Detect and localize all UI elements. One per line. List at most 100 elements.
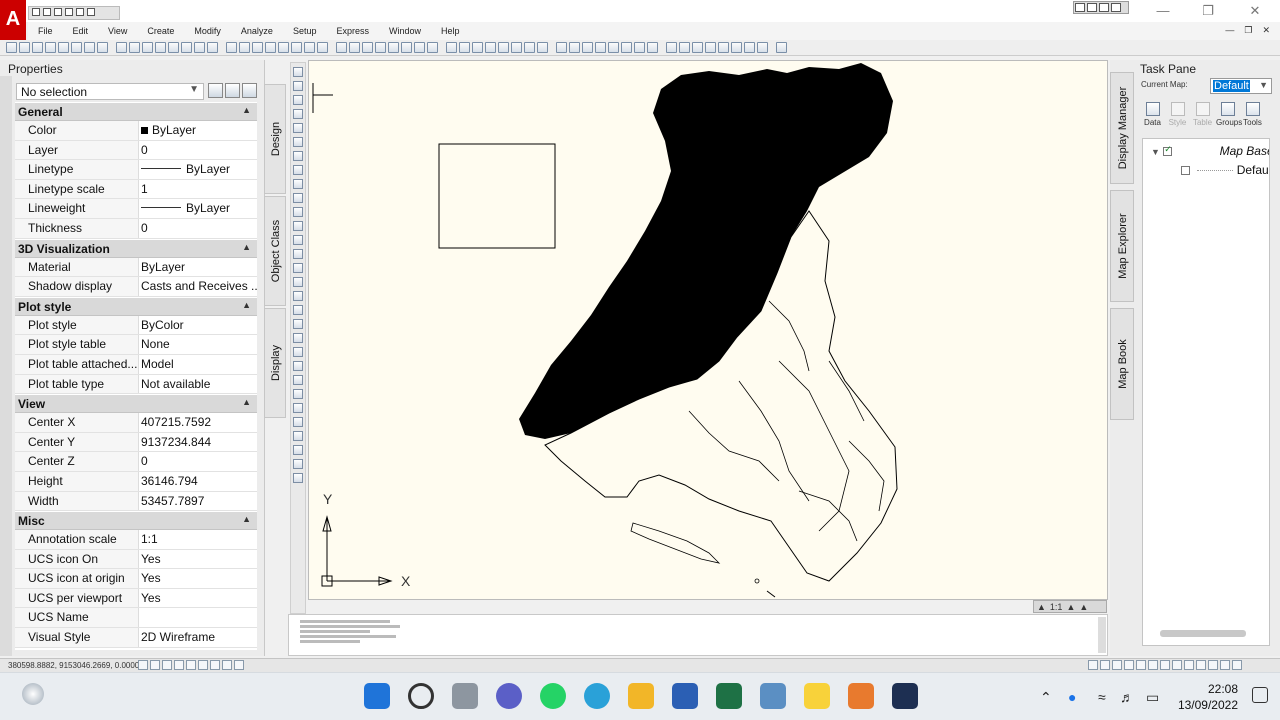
- property-row[interactable]: Annotation scale 1:1: [15, 530, 257, 550]
- draw-tool-icon[interactable]: [293, 333, 303, 343]
- select-objects-icon[interactable]: [225, 83, 240, 98]
- child-visibility-checkbox[interactable]: [1181, 166, 1190, 176]
- property-row[interactable]: Material ByLayer: [15, 257, 257, 278]
- drawing-area[interactable]: Y X: [308, 60, 1108, 600]
- property-row[interactable]: Plot table attached... Model: [15, 354, 257, 375]
- tab-design[interactable]: Design: [264, 84, 286, 194]
- notification-icon[interactable]: [1252, 687, 1268, 703]
- edge-icon[interactable]: [584, 683, 610, 709]
- menu-setup[interactable]: Setup: [283, 26, 327, 36]
- task-view-icon[interactable]: [452, 683, 478, 709]
- model-icon[interactable]: [234, 660, 244, 670]
- root-visibility-checkbox[interactable]: [1163, 144, 1173, 157]
- toolbar-button-icon[interactable]: [97, 42, 108, 53]
- tree-root[interactable]: ▼ Map Base: [1151, 144, 1269, 158]
- search-icon[interactable]: [1075, 3, 1085, 12]
- toolbar-button-icon[interactable]: [634, 42, 645, 53]
- minimize-icon[interactable]: —: [1155, 3, 1171, 19]
- property-value[interactable]: Yes: [139, 569, 257, 588]
- annotation-autoscale-icon[interactable]: ▲: [1079, 602, 1088, 612]
- command-scrollbar[interactable]: [1098, 617, 1106, 653]
- property-row[interactable]: UCS per viewport Yes: [15, 588, 257, 609]
- property-value[interactable]: [139, 608, 257, 627]
- draw-tool-icon[interactable]: [293, 165, 303, 175]
- toolbar-button-icon[interactable]: [362, 42, 373, 53]
- selection-dropdown[interactable]: No selection ▼: [16, 83, 204, 100]
- communication-icon[interactable]: [1099, 3, 1109, 12]
- draw-tool-icon[interactable]: [293, 291, 303, 301]
- toolbar-button-icon[interactable]: [226, 42, 237, 53]
- collapse-icon[interactable]: ▲: [242, 514, 251, 524]
- close-icon[interactable]: ✕: [1247, 3, 1263, 19]
- sticky-notes-icon[interactable]: [804, 683, 830, 709]
- toolbar-button-icon[interactable]: [349, 42, 360, 53]
- toolbar-button-icon[interactable]: [181, 42, 192, 53]
- menu-create[interactable]: Create: [137, 26, 184, 36]
- grid-icon[interactable]: [150, 660, 160, 670]
- toolbar-button-icon[interactable]: [459, 42, 470, 53]
- undo-icon[interactable]: [76, 8, 84, 16]
- toolbar-button-icon[interactable]: [375, 42, 386, 53]
- toolbar-button-icon[interactable]: [498, 42, 509, 53]
- property-row[interactable]: Shadow display Casts and Receives ...: [15, 277, 257, 297]
- toolbar-button-icon[interactable]: [608, 42, 619, 53]
- dyn-icon[interactable]: [210, 660, 220, 670]
- workspace-icon[interactable]: [1172, 660, 1182, 670]
- section-header[interactable]: General ▲: [15, 103, 257, 121]
- draw-tool-icon[interactable]: [293, 389, 303, 399]
- favorites-icon[interactable]: [1111, 3, 1121, 12]
- ortho-icon[interactable]: [162, 660, 172, 670]
- infocenter-toolbar[interactable]: [1073, 1, 1129, 14]
- toolbar-button-icon[interactable]: [19, 42, 30, 53]
- open-icon[interactable]: [43, 8, 51, 16]
- draw-tool-icon[interactable]: [293, 109, 303, 119]
- excel-icon[interactable]: [716, 683, 742, 709]
- section-header[interactable]: Misc ▲: [15, 512, 257, 531]
- toolbar-button-icon[interactable]: [692, 42, 703, 53]
- property-value[interactable]: ByLayer: [139, 258, 257, 277]
- property-row[interactable]: Layer 0: [15, 140, 257, 161]
- toolbar-button-icon[interactable]: [621, 42, 632, 53]
- draw-tool-icon[interactable]: [293, 445, 303, 455]
- tree-child[interactable]: Default: [1181, 163, 1269, 177]
- microphone-icon[interactable]: ●: [1068, 689, 1076, 705]
- draw-tool-icon[interactable]: [293, 235, 303, 245]
- menu-express[interactable]: Express: [326, 26, 379, 36]
- property-value[interactable]: 36146.794: [139, 472, 257, 491]
- toolbar-button-icon[interactable]: [32, 42, 43, 53]
- draw-tool-icon[interactable]: [293, 151, 303, 161]
- property-value[interactable]: 0: [139, 141, 257, 160]
- table-tool[interactable]: Table: [1191, 100, 1214, 134]
- draw-tool-icon[interactable]: [293, 403, 303, 413]
- toolbar-button-icon[interactable]: [207, 42, 218, 53]
- hardware-icon[interactable]: [1196, 660, 1206, 670]
- quick-access-toolbar[interactable]: [28, 6, 120, 20]
- property-row[interactable]: Height 36146.794: [15, 471, 257, 492]
- toolbar-button-icon[interactable]: [556, 42, 567, 53]
- property-value[interactable]: ByLayer: [139, 199, 257, 218]
- draw-tool-icon[interactable]: [293, 319, 303, 329]
- contour-map[interactable]: [519, 63, 898, 598]
- menu-edit[interactable]: Edit: [63, 26, 99, 36]
- property-value[interactable]: 407215.7592: [139, 413, 257, 432]
- toolbar-button-icon[interactable]: [142, 42, 153, 53]
- property-value[interactable]: 53457.7897: [139, 492, 257, 511]
- clock-date[interactable]: 13/09/2022: [1168, 698, 1238, 712]
- save-icon[interactable]: [54, 8, 62, 16]
- toolbar-button-icon[interactable]: [6, 42, 17, 53]
- toolbar-button-icon[interactable]: [524, 42, 535, 53]
- draw-tool-icon[interactable]: [293, 193, 303, 203]
- section-header[interactable]: 3D Visualization ▲: [15, 239, 257, 258]
- property-value[interactable]: Yes: [139, 589, 257, 608]
- draw-tool-icon[interactable]: [293, 459, 303, 469]
- property-row[interactable]: UCS icon at origin Yes: [15, 569, 257, 589]
- quick-select-icon[interactable]: [242, 83, 257, 98]
- restore-icon[interactable]: ❐: [1200, 3, 1216, 19]
- toolbar-button-icon[interactable]: [388, 42, 399, 53]
- draw-tool-icon[interactable]: [293, 277, 303, 287]
- draw-tool-icon[interactable]: [293, 347, 303, 357]
- isolate-icon[interactable]: [1208, 660, 1218, 670]
- model-space-icon[interactable]: [1088, 660, 1098, 670]
- customize-icon[interactable]: [1232, 660, 1242, 670]
- tab-display[interactable]: Display: [264, 308, 286, 418]
